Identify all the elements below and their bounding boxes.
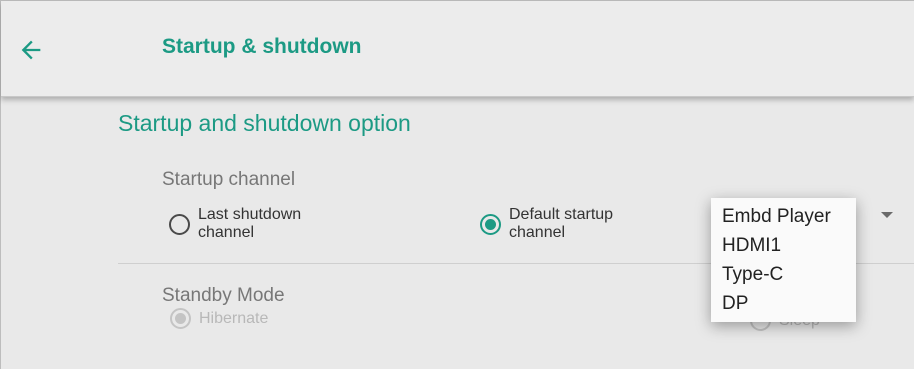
page-title: Startup & shutdown — [162, 35, 362, 58]
startup-channel-label: Startup channel — [162, 169, 296, 190]
app-header: Startup & shutdown — [1, 1, 914, 97]
radio-default-startup-channel[interactable]: Default startup channel — [480, 206, 649, 242]
radio-label-default-startup: Default startup channel — [509, 206, 614, 241]
dropdown-item-dp[interactable]: DP — [711, 289, 856, 318]
settings-window: Startup & shutdown Startup and shutdown … — [0, 0, 914, 369]
dropdown-item-embd-player[interactable]: Embd Player — [711, 202, 856, 231]
chevron-down-icon[interactable] — [881, 212, 893, 218]
radio-checked-disabled-icon[interactable] — [170, 308, 191, 329]
radio-checked-icon[interactable] — [480, 214, 501, 235]
section-title: Startup and shutdown option — [118, 110, 411, 136]
radio-last-shutdown-channel[interactable]: Last shutdown channel — [169, 206, 338, 242]
radio-hibernate[interactable]: Hibernate — [170, 308, 339, 329]
radio-unchecked-icon[interactable] — [169, 214, 190, 235]
dropdown-item-type-c[interactable]: Type-C — [711, 260, 856, 289]
startup-channel-dropdown-menu: Embd Player HDMI1 Type-C DP — [711, 198, 856, 322]
dropdown-item-hdmi1[interactable]: HDMI1 — [711, 231, 856, 260]
standby-mode-label: Standby Mode — [162, 285, 285, 306]
radio-label-hibernate: Hibernate — [199, 310, 269, 327]
radio-label-last-shutdown: Last shutdown channel — [198, 206, 302, 241]
arrow-left-icon[interactable] — [17, 36, 45, 64]
